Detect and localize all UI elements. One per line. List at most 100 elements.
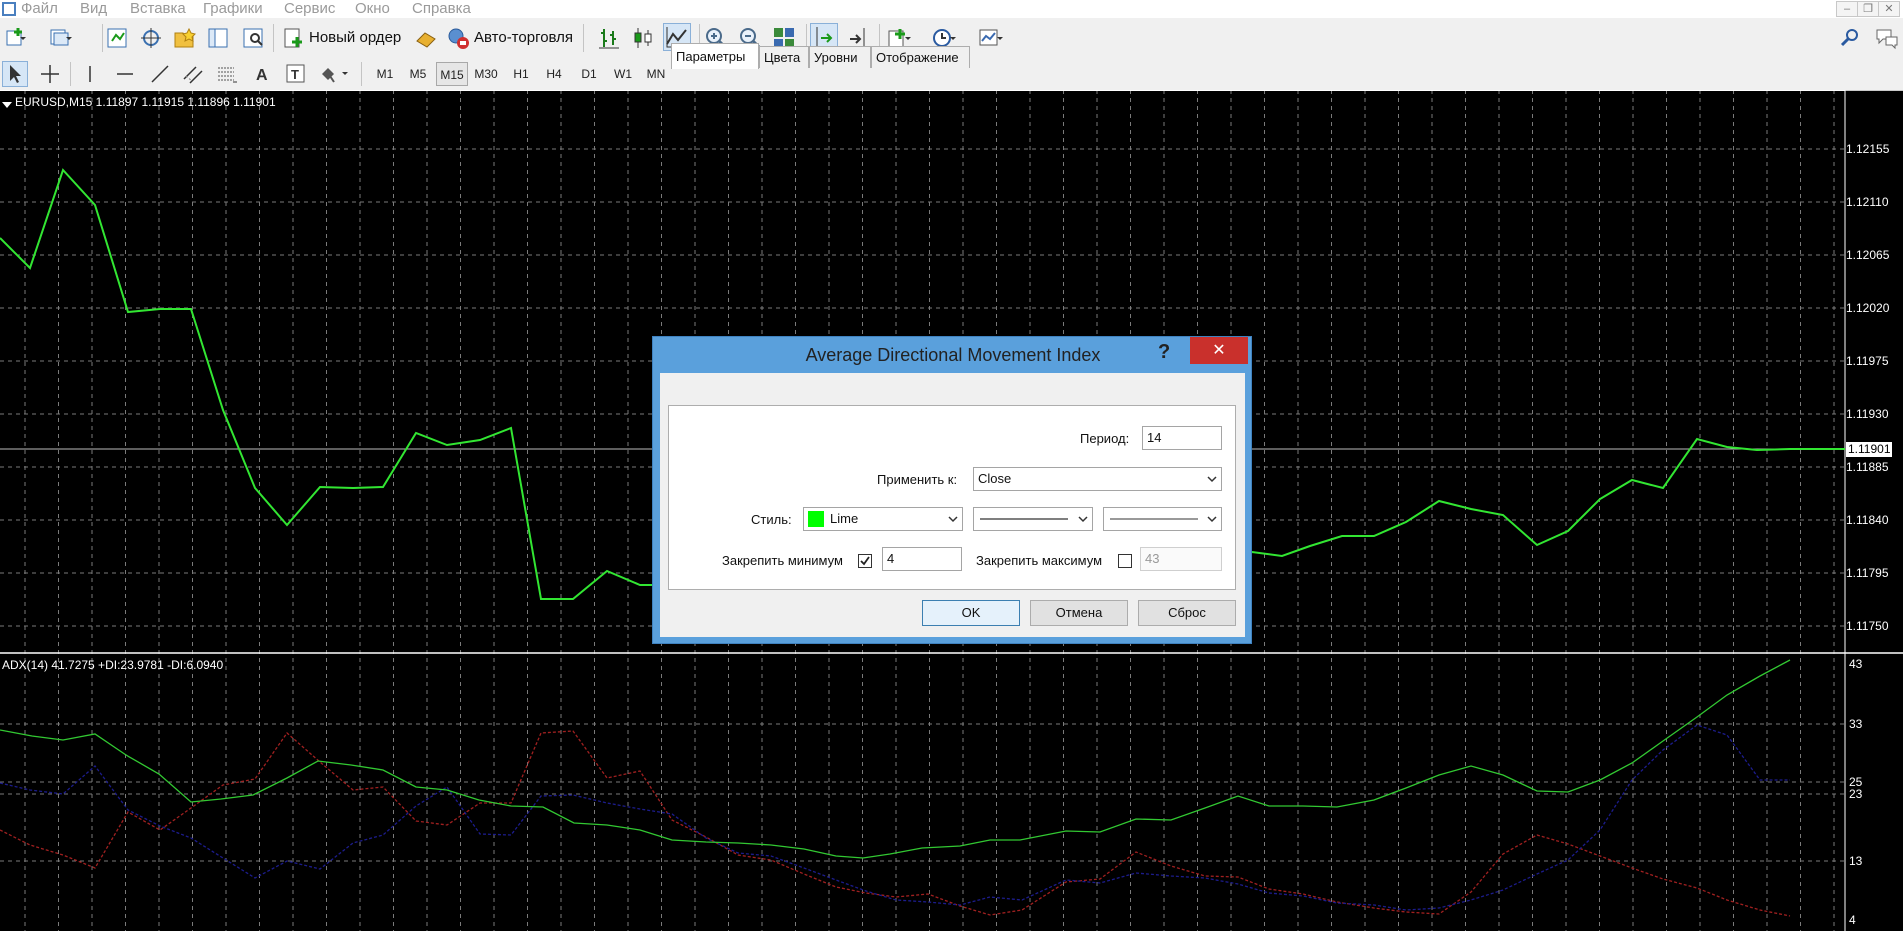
profiles-icon[interactable] [48, 25, 74, 51]
current-price-marker: 1.11901 [1846, 442, 1892, 457]
svg-text:T: T [291, 67, 299, 82]
timeframe-m30-button[interactable]: M30 [470, 62, 502, 86]
equidistant-channel-icon[interactable] [181, 62, 205, 86]
close-window-button[interactable]: ✕ [1878, 1, 1900, 17]
indicator-tick: 33 [1849, 717, 1863, 731]
price-tick: 1.12020 [1846, 301, 1890, 315]
apply-to-select[interactable]: Close [973, 467, 1222, 491]
app-icon [2, 2, 16, 16]
timeframe-mn-button[interactable]: MN [640, 62, 672, 86]
restore-button[interactable]: ❐ [1857, 1, 1879, 17]
search-icon[interactable] [1838, 25, 1864, 51]
indicator-tick: 23 [1849, 787, 1863, 801]
style-label: Стиль: [751, 512, 792, 527]
help-button[interactable]: ? [1158, 341, 1170, 364]
indicator-tick: 4 [1849, 913, 1856, 927]
arrows-icon[interactable] [317, 62, 351, 86]
adx-series [0, 659, 1791, 859]
chevron-down-icon [1207, 476, 1217, 483]
menu-tools[interactable]: Сервис [284, 0, 335, 18]
timeframe-d1-button[interactable]: D1 [574, 62, 604, 86]
indicator-tick: 43 [1849, 657, 1863, 671]
menu-insert[interactable]: Вставка [130, 0, 186, 18]
fix-minimum-checkbox[interactable] [858, 554, 872, 568]
line-style-select[interactable] [973, 507, 1093, 531]
toolbar-separator [70, 62, 71, 86]
checkmark-icon [860, 556, 870, 566]
menu-view[interactable]: Вид [80, 0, 107, 18]
tab-parameters[interactable]: Параметры [671, 43, 759, 69]
autotrading-label: Авто-торговля [474, 29, 574, 46]
menu-bar: Файл Вид Вставка Графики Сервис Окно Спр… [0, 0, 1903, 18]
menu-help[interactable]: Справка [412, 0, 471, 18]
timeframe-m15-button[interactable]: M15 [436, 62, 468, 86]
apply-to-label: Применить к: [877, 472, 958, 487]
reset-button[interactable]: Сброс [1138, 600, 1236, 626]
timeframe-m5-button[interactable]: M5 [403, 62, 433, 86]
horizontal-line-icon[interactable] [113, 62, 137, 86]
tab-colors[interactable]: Цвета [759, 46, 809, 68]
market-watch-icon[interactable] [104, 25, 130, 51]
new-order-icon [284, 28, 302, 48]
templates-icon[interactable] [978, 25, 1004, 51]
autotrading-stop-icon [448, 28, 469, 49]
fix-minimum-input[interactable]: 4 [882, 547, 962, 571]
trendline-icon[interactable] [148, 62, 172, 86]
svg-text:A: A [256, 67, 268, 84]
period-input[interactable]: 14 [1142, 426, 1222, 450]
autotrading-expert-icon [416, 32, 436, 48]
fix-maximum-checkbox[interactable] [1118, 554, 1132, 568]
plus-di-series [0, 724, 1790, 911]
timeframe-h1-button[interactable]: H1 [506, 62, 536, 86]
vertical-line-icon[interactable] [78, 62, 102, 86]
cancel-button[interactable]: Отмена [1030, 600, 1128, 626]
navigator-icon[interactable] [171, 25, 197, 51]
timeframe-h4-button[interactable]: H4 [539, 62, 569, 86]
chevron-down-icon [1078, 516, 1088, 523]
price-tick: 1.11795 [1846, 566, 1889, 580]
indicator-tick: 13 [1849, 854, 1863, 868]
terminal-icon[interactable] [205, 25, 231, 51]
minus-di-series [0, 730, 1791, 917]
style-color-name: Lime [830, 511, 859, 526]
line-width-select[interactable] [1103, 507, 1222, 531]
price-tick: 1.11885 [1846, 460, 1889, 474]
minimize-button[interactable]: ‒ [1836, 1, 1858, 17]
price-tick: 1.12110 [1846, 195, 1889, 209]
tab-visualization[interactable]: Отображение [871, 46, 970, 68]
candlestick-icon[interactable] [630, 25, 656, 51]
period-label: Период: [1080, 431, 1130, 446]
data-window-icon[interactable] [138, 25, 164, 51]
menu-file[interactable]: Файл [21, 0, 58, 18]
menu-window[interactable]: Окно [355, 0, 390, 18]
cursor-icon[interactable] [2, 61, 28, 87]
timeframe-m1-button[interactable]: M1 [370, 62, 400, 86]
fix-maximum-input[interactable]: 43 [1140, 547, 1222, 571]
new-order-label: Новый ордер [309, 29, 402, 46]
toolbar-separator [583, 24, 584, 52]
chart-menu-triangle-icon[interactable] [2, 102, 12, 108]
crosshair-icon[interactable] [38, 62, 62, 86]
line-width-sample [1110, 518, 1198, 520]
toolbar-separator [102, 24, 103, 52]
toolbar-separator [273, 24, 274, 52]
text-icon[interactable]: A [250, 62, 274, 86]
toolbar-separator [361, 62, 362, 86]
timeframe-w1-button[interactable]: W1 [608, 62, 638, 86]
style-color-select[interactable]: Lime [803, 507, 963, 531]
price-tick: 1.11930 [1846, 407, 1889, 421]
menu-charts[interactable]: Графики [203, 0, 263, 18]
fix-maximum-label: Закрепить максимум [976, 553, 1103, 568]
chat-icon[interactable] [1874, 25, 1900, 51]
dialog-close-button[interactable]: ✕ [1190, 337, 1248, 364]
tab-levels[interactable]: Уровни [809, 46, 871, 68]
bar-chart-icon[interactable] [596, 25, 622, 51]
ok-button[interactable]: OK [922, 600, 1020, 626]
strategy-tester-icon[interactable] [240, 25, 266, 51]
new-chart-icon[interactable] [4, 25, 30, 51]
fibonacci-icon[interactable] [215, 62, 239, 86]
price-tick: 1.12155 [1846, 142, 1890, 156]
text-label-icon[interactable]: T [284, 62, 308, 86]
chevron-down-icon [948, 516, 958, 523]
price-tick: 1.12065 [1846, 248, 1890, 262]
